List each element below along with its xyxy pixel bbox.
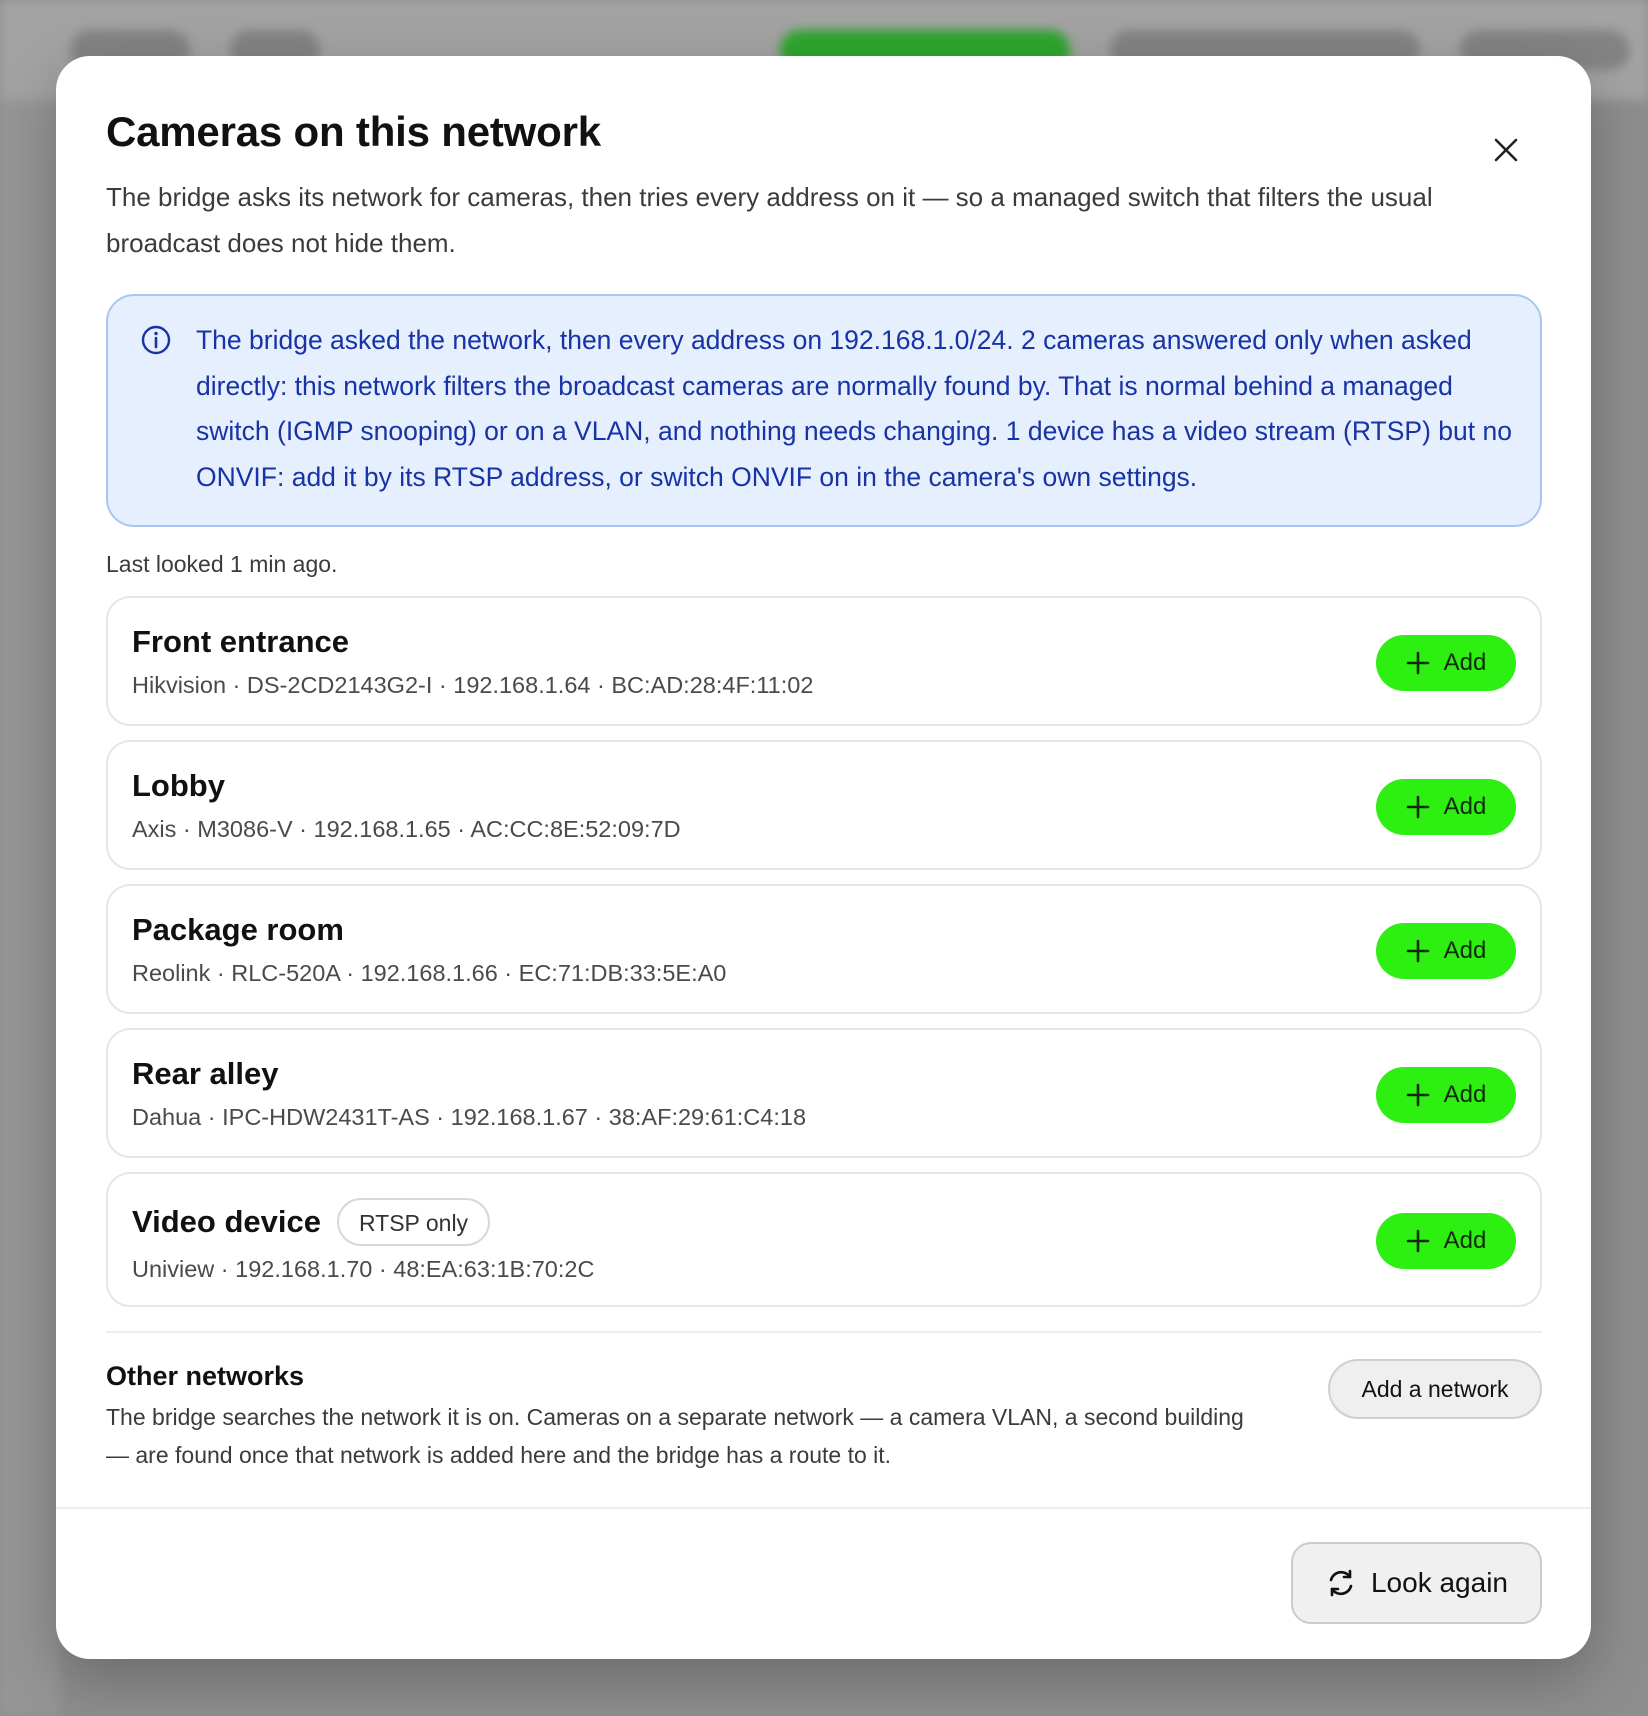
plus-icon — [1406, 795, 1429, 819]
cameras-dialog: Cameras on this network The bridge asks … — [56, 56, 1591, 1659]
last-looked-status: Last looked 1 min ago. — [106, 551, 338, 577]
dialog-subtitle: The bridge asks its network for cameras,… — [106, 182, 1433, 258]
camera-list: Front entrance Hikvision · DS-2CD2143G2-… — [106, 596, 1542, 1321]
info-callout: The bridge asked the network, then every… — [106, 294, 1542, 527]
add-camera-button[interactable]: Add — [1376, 923, 1516, 979]
add-button-label: Add — [1443, 937, 1487, 964]
camera-name: Package room — [132, 912, 344, 948]
add-camera-button[interactable]: Add — [1376, 1213, 1516, 1269]
section-divider — [106, 1331, 1542, 1333]
camera-details: Hikvision · DS-2CD2143G2-I · 192.168.1.6… — [132, 672, 814, 698]
camera-name-text: Video device — [132, 1204, 321, 1239]
add-network-button[interactable]: Add a network — [1328, 1359, 1542, 1419]
camera-name-text: Lobby — [132, 768, 225, 803]
camera-details: Axis · M3086-V · 192.168.1.65 · AC:CC:8E… — [132, 816, 681, 842]
camera-card: Package room Reolink · RLC-520A · 192.16… — [106, 884, 1542, 1014]
camera-name: Lobby — [132, 768, 225, 804]
info-text: The bridge asked the network, then every… — [196, 325, 1512, 492]
camera-name: Video device RTSP only — [132, 1198, 491, 1246]
plus-icon — [1406, 939, 1429, 963]
camera-name: Rear alley — [132, 1056, 279, 1092]
camera-name-text: Rear alley — [132, 1056, 279, 1091]
plus-icon — [1406, 1083, 1429, 1107]
other-networks-description: The bridge searches the network it is on… — [106, 1404, 1244, 1468]
plus-icon — [1406, 651, 1429, 675]
camera-details: Dahua · IPC-HDW2431T-AS · 192.168.1.67 ·… — [132, 1104, 807, 1130]
add-button-label: Add — [1443, 1227, 1487, 1254]
plus-icon — [1406, 1229, 1429, 1253]
camera-name-text: Front entrance — [132, 624, 350, 659]
camera-card: Video device RTSP only Uniview · 192.168… — [106, 1172, 1542, 1307]
add-camera-button[interactable]: Add — [1376, 1067, 1516, 1123]
camera-card: Front entrance Hikvision · DS-2CD2143G2-… — [106, 596, 1542, 726]
add-button-label: Add — [1443, 793, 1487, 820]
add-camera-button[interactable]: Add — [1376, 779, 1516, 835]
camera-name-text: Package room — [132, 912, 344, 947]
look-again-button[interactable]: Look again — [1291, 1542, 1542, 1624]
add-camera-button[interactable]: Add — [1376, 635, 1516, 691]
close-button[interactable] — [1480, 124, 1532, 176]
other-networks-title: Other networks — [106, 1361, 305, 1391]
rtsp-only-badge: RTSP only — [336, 1198, 491, 1246]
add-button-label: Add — [1443, 1081, 1487, 1108]
camera-card: Lobby Axis · M3086-V · 192.168.1.65 · AC… — [106, 740, 1542, 870]
camera-details: Reolink · RLC-520A · 192.168.1.66 · EC:7… — [132, 960, 727, 986]
camera-details: Uniview · 192.168.1.70 · 48:EA:63:1B:70:… — [132, 1256, 595, 1282]
refresh-icon — [1329, 1569, 1353, 1597]
dialog-title: Cameras on this network — [106, 108, 601, 155]
footer-divider — [56, 1507, 1591, 1509]
camera-name: Front entrance — [132, 624, 349, 660]
info-icon — [141, 325, 171, 355]
look-again-label: Look again — [1370, 1567, 1508, 1598]
camera-card: Rear alley Dahua · IPC-HDW2431T-AS · 192… — [106, 1028, 1542, 1158]
add-button-label: Add — [1443, 649, 1487, 676]
close-icon — [1494, 138, 1518, 162]
background-sidebar — [0, 100, 60, 1716]
